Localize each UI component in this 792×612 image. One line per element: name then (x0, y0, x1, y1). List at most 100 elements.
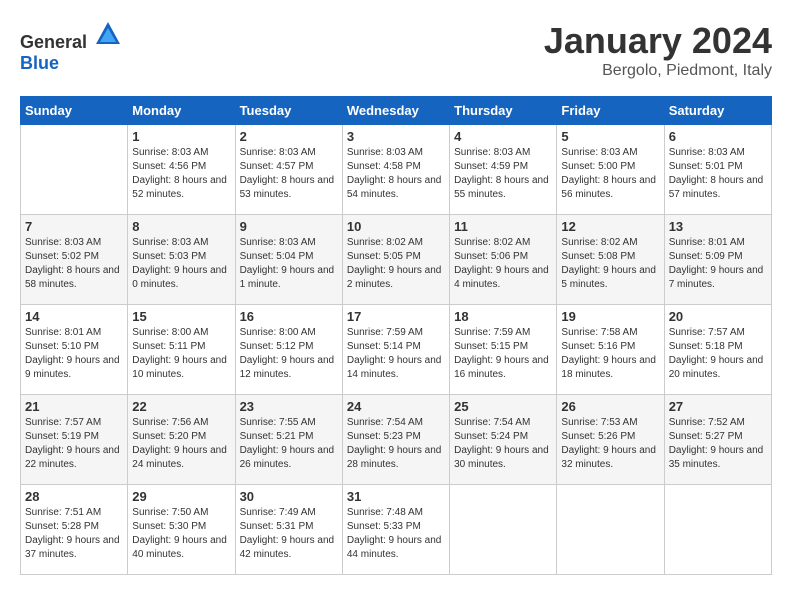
calendar-day-cell (450, 485, 557, 575)
day-info: Sunrise: 7:57 AMSunset: 5:18 PMDaylight:… (669, 326, 767, 382)
calendar-day-cell: 12 Sunrise: 8:02 AMSunset: 5:08 PMDayligh… (557, 215, 664, 305)
day-number: 1 (132, 129, 230, 144)
day-info: Sunrise: 7:57 AMSunset: 5:19 PMDaylight:… (25, 416, 123, 472)
day-number: 7 (25, 219, 123, 234)
calendar-day-cell: 4Sunrise: 8:03 AMSunset: 4:59 PMDaylight… (450, 125, 557, 215)
day-info: Sunrise: 7:50 AMSunset: 5:30 PMDaylight:… (132, 506, 230, 562)
day-number: 30 (240, 489, 338, 504)
calendar-day-cell: 29 Sunrise: 7:50 AMSunset: 5:30 PMDayligh… (128, 485, 235, 575)
day-number: 6 (669, 129, 767, 144)
day-info: Sunrise: 7:49 AMSunset: 5:31 PMDaylight:… (240, 506, 338, 562)
logo: General Blue (20, 20, 122, 74)
day-number: 24 (347, 399, 445, 414)
logo-general-text: General (20, 32, 87, 52)
month-title: January 2024 (544, 20, 772, 62)
day-info: Sunrise: 8:03 AMSunset: 4:58 PMDaylight:… (347, 146, 445, 202)
day-info: Sunrise: 8:00 AMSunset: 5:11 PMDaylight:… (132, 326, 230, 382)
day-info: Sunrise: 8:03 AMSunset: 4:59 PMDaylight:… (454, 146, 552, 202)
calendar-day-cell (21, 125, 128, 215)
day-number: 25 (454, 399, 552, 414)
day-number: 27 (669, 399, 767, 414)
calendar-day-cell: 21 Sunrise: 7:57 AMSunset: 5:19 PMDayligh… (21, 395, 128, 485)
day-info: Sunrise: 8:02 AMSunset: 5:06 PMDaylight:… (454, 236, 552, 292)
day-info: Sunrise: 8:03 AMSunset: 5:01 PMDaylight:… (669, 146, 767, 202)
calendar-day-cell: 23 Sunrise: 7:55 AMSunset: 5:21 PMDayligh… (235, 395, 342, 485)
day-info: Sunrise: 8:03 AMSunset: 5:00 PMDaylight:… (561, 146, 659, 202)
calendar-day-cell: 15 Sunrise: 8:00 AMSunset: 5:11 PMDayligh… (128, 305, 235, 395)
weekday-header-sunday: Sunday (21, 97, 128, 125)
calendar-day-cell: 14Sunrise: 8:01 AMSunset: 5:10 PMDayligh… (21, 305, 128, 395)
day-number: 18 (454, 309, 552, 324)
day-number: 22 (132, 399, 230, 414)
calendar-day-cell: 6 Sunrise: 8:03 AMSunset: 5:01 PMDaylight… (664, 125, 771, 215)
weekday-header-wednesday: Wednesday (342, 97, 449, 125)
calendar-week-row: 7 Sunrise: 8:03 AMSunset: 5:02 PMDaylight… (21, 215, 772, 305)
weekday-header-tuesday: Tuesday (235, 97, 342, 125)
day-info: Sunrise: 7:51 AMSunset: 5:28 PMDaylight:… (25, 506, 123, 562)
calendar-day-cell: 28Sunrise: 7:51 AMSunset: 5:28 PMDayligh… (21, 485, 128, 575)
logo-blue-text: Blue (20, 53, 59, 73)
calendar-day-cell: 24 Sunrise: 7:54 AMSunset: 5:23 PMDayligh… (342, 395, 449, 485)
day-info: Sunrise: 8:00 AMSunset: 5:12 PMDaylight:… (240, 326, 338, 382)
day-info: Sunrise: 8:01 AMSunset: 5:09 PMDaylight:… (669, 236, 767, 292)
calendar-day-cell: 26Sunrise: 7:53 AMSunset: 5:26 PMDayligh… (557, 395, 664, 485)
calendar-day-cell (664, 485, 771, 575)
day-info: Sunrise: 7:58 AMSunset: 5:16 PMDaylight:… (561, 326, 659, 382)
day-info: Sunrise: 7:52 AMSunset: 5:27 PMDaylight:… (669, 416, 767, 472)
calendar-day-cell: 18 Sunrise: 7:59 AMSunset: 5:15 PMDayligh… (450, 305, 557, 395)
calendar-day-cell: 7 Sunrise: 8:03 AMSunset: 5:02 PMDaylight… (21, 215, 128, 305)
calendar-table: SundayMondayTuesdayWednesdayThursdayFrid… (20, 96, 772, 575)
day-info: Sunrise: 7:53 AMSunset: 5:26 PMDaylight:… (561, 416, 659, 472)
calendar-day-cell: 10 Sunrise: 8:02 AMSunset: 5:05 PMDayligh… (342, 215, 449, 305)
calendar-week-row: 14Sunrise: 8:01 AMSunset: 5:10 PMDayligh… (21, 305, 772, 395)
day-number: 11 (454, 219, 552, 234)
calendar-week-row: 21 Sunrise: 7:57 AMSunset: 5:19 PMDayligh… (21, 395, 772, 485)
calendar-day-cell: 8 Sunrise: 8:03 AMSunset: 5:03 PMDaylight… (128, 215, 235, 305)
day-info: Sunrise: 7:59 AMSunset: 5:14 PMDaylight:… (347, 326, 445, 382)
calendar-day-cell: 19Sunrise: 7:58 AMSunset: 5:16 PMDayligh… (557, 305, 664, 395)
calendar-day-cell: 27 Sunrise: 7:52 AMSunset: 5:27 PMDayligh… (664, 395, 771, 485)
calendar-week-row: 28Sunrise: 7:51 AMSunset: 5:28 PMDayligh… (21, 485, 772, 575)
day-info: Sunrise: 8:03 AMSunset: 5:02 PMDaylight:… (25, 236, 123, 292)
day-info: Sunrise: 8:02 AMSunset: 5:05 PMDaylight:… (347, 236, 445, 292)
day-info: Sunrise: 7:59 AMSunset: 5:15 PMDaylight:… (454, 326, 552, 382)
day-info: Sunrise: 8:03 AMSunset: 5:04 PMDaylight:… (240, 236, 338, 292)
day-info: Sunrise: 7:54 AMSunset: 5:23 PMDaylight:… (347, 416, 445, 472)
day-number: 23 (240, 399, 338, 414)
weekday-header-saturday: Saturday (664, 97, 771, 125)
day-number: 8 (132, 219, 230, 234)
day-info: Sunrise: 8:03 AMSunset: 4:57 PMDaylight:… (240, 146, 338, 202)
calendar-day-cell: 3Sunrise: 8:03 AMSunset: 4:58 PMDaylight… (342, 125, 449, 215)
day-number: 12 (561, 219, 659, 234)
day-number: 2 (240, 129, 338, 144)
calendar-day-cell: 13 Sunrise: 8:01 AMSunset: 5:09 PMDayligh… (664, 215, 771, 305)
day-number: 29 (132, 489, 230, 504)
day-info: Sunrise: 7:55 AMSunset: 5:21 PMDaylight:… (240, 416, 338, 472)
calendar-day-cell: 9 Sunrise: 8:03 AMSunset: 5:04 PMDaylight… (235, 215, 342, 305)
calendar-day-cell (557, 485, 664, 575)
day-number: 20 (669, 309, 767, 324)
title-area: January 2024 Bergolo, Piedmont, Italy (544, 20, 772, 80)
day-info: Sunrise: 8:02 AMSunset: 5:08 PMDaylight:… (561, 236, 659, 292)
day-number: 21 (25, 399, 123, 414)
day-number: 10 (347, 219, 445, 234)
calendar-day-cell: 31Sunrise: 7:48 AMSunset: 5:33 PMDayligh… (342, 485, 449, 575)
day-info: Sunrise: 8:03 AMSunset: 5:03 PMDaylight:… (132, 236, 230, 292)
calendar-day-cell: 16Sunrise: 8:00 AMSunset: 5:12 PMDayligh… (235, 305, 342, 395)
calendar-day-cell: 20 Sunrise: 7:57 AMSunset: 5:18 PMDayligh… (664, 305, 771, 395)
calendar-day-cell: 2 Sunrise: 8:03 AMSunset: 4:57 PMDaylight… (235, 125, 342, 215)
day-info: Sunrise: 7:56 AMSunset: 5:20 PMDaylight:… (132, 416, 230, 472)
day-number: 15 (132, 309, 230, 324)
day-number: 5 (561, 129, 659, 144)
weekday-header-monday: Monday (128, 97, 235, 125)
calendar-day-cell: 17 Sunrise: 7:59 AMSunset: 5:14 PMDayligh… (342, 305, 449, 395)
logo-icon (94, 20, 122, 48)
calendar-day-cell: 30 Sunrise: 7:49 AMSunset: 5:31 PMDayligh… (235, 485, 342, 575)
day-number: 17 (347, 309, 445, 324)
day-number: 13 (669, 219, 767, 234)
weekday-header-row: SundayMondayTuesdayWednesdayThursdayFrid… (21, 97, 772, 125)
calendar-day-cell: 1Sunrise: 8:03 AMSunset: 4:56 PMDaylight… (128, 125, 235, 215)
page-header: General Blue January 2024 Bergolo, Piedm… (20, 20, 772, 80)
day-number: 9 (240, 219, 338, 234)
weekday-header-friday: Friday (557, 97, 664, 125)
